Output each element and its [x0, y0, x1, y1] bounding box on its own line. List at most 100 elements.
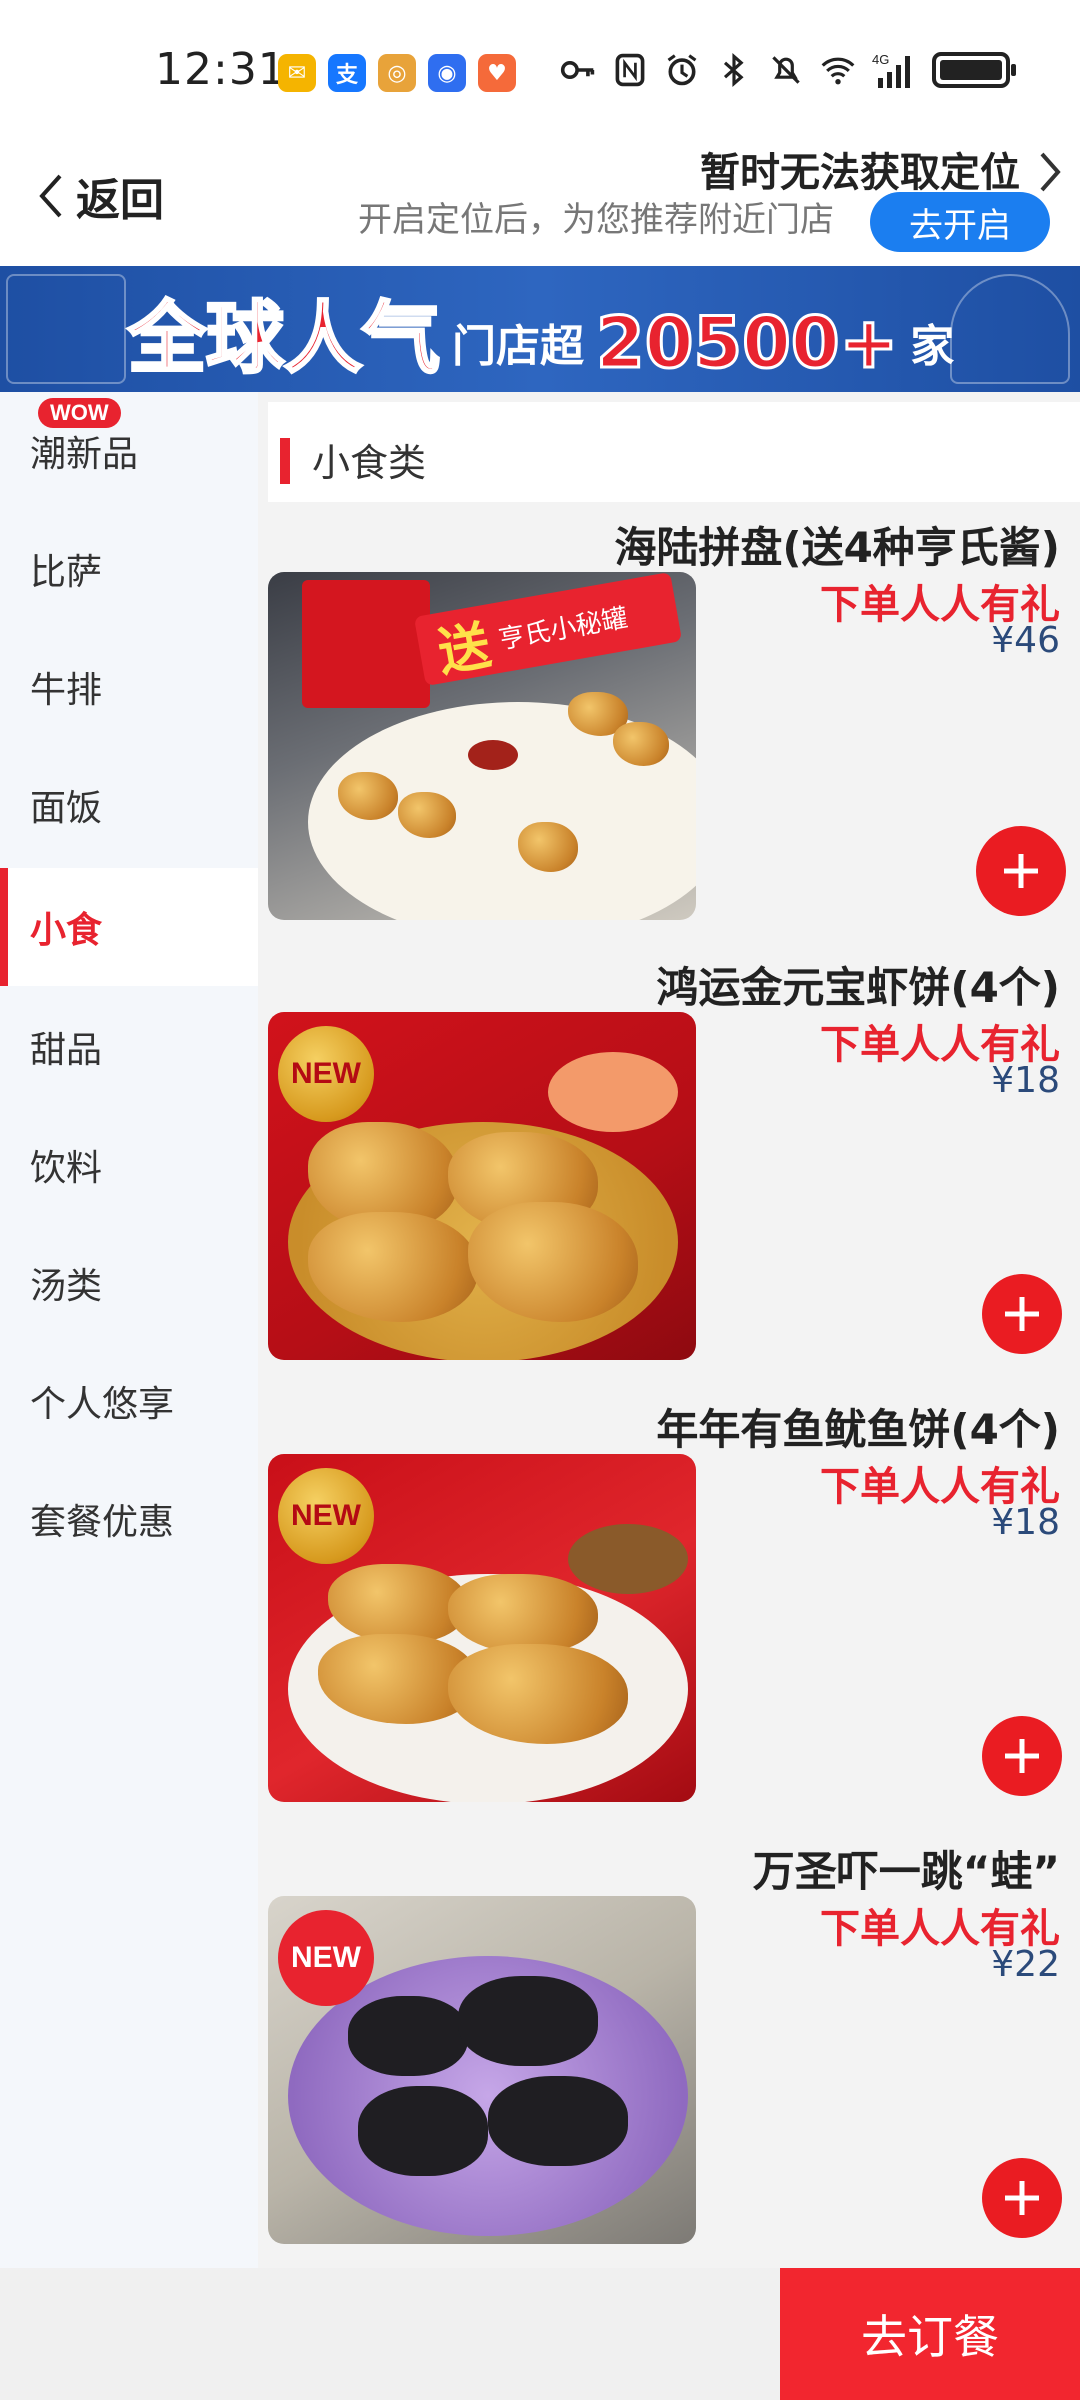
- add-to-cart-button[interactable]: [982, 1716, 1062, 1796]
- location-status[interactable]: 暂时无法获取定位: [700, 140, 1020, 198]
- item-name: 年年有鱼鱿鱼饼(4个): [656, 1405, 1060, 1454]
- squid-illustration: [568, 1524, 688, 1594]
- signal-4g-icon: 4G: [872, 52, 910, 88]
- menu-content: 小食类 海陆拼盘(送4种亨氏酱) 下单人人有礼 ¥46 送 亨氏小秘罐 鸿运金元…: [258, 392, 1080, 2268]
- sidebar-item-label: 面饭: [30, 788, 103, 829]
- menu-item[interactable]: 海陆拼盘(送4种亨氏酱) 下单人人有礼 ¥46 送 亨氏小秘罐: [268, 504, 1080, 944]
- bottom-bar: 去订餐: [0, 2268, 1080, 2400]
- location-hint: 开启定位后，为您推荐附近门店: [358, 200, 834, 240]
- eiffel-tower-illustration: [950, 274, 1070, 384]
- bluetooth-icon: [723, 53, 744, 87]
- category-sidebar: WOW 潮新品 比萨 牛排 面饭 小食 甜品 饮料 汤类 个人悠享 套餐优惠: [0, 392, 258, 2268]
- nfc-icon: [615, 53, 645, 87]
- sidebar-item-steak[interactable]: 牛排: [0, 628, 258, 746]
- plus-icon: [1005, 1297, 1039, 1331]
- wow-badge: WOW: [38, 398, 121, 428]
- plus-icon: [1004, 854, 1038, 888]
- item-name: 鸿运金元宝虾饼(4个): [656, 963, 1060, 1012]
- food-illustration: [358, 2086, 488, 2176]
- go-order-button[interactable]: 去订餐: [780, 2268, 1080, 2400]
- category-marker: [280, 438, 290, 484]
- banner-text-stores: 门店超: [452, 321, 585, 373]
- promo-banner[interactable]: 全球人气 门店超 20500+ 家: [0, 266, 1080, 392]
- new-badge: NEW: [278, 1026, 374, 1122]
- sidebar-item-dessert[interactable]: 甜品: [0, 988, 258, 1106]
- status-time: 12:31: [155, 44, 287, 95]
- item-price: ¥18: [991, 1060, 1060, 1101]
- sidebar-item-pizza[interactable]: 比萨: [0, 510, 258, 628]
- item-price: ¥22: [991, 1944, 1060, 1985]
- gift-subtext: 亨氏小秘罐: [496, 602, 630, 655]
- sidebar-item-label: 潮新品: [30, 434, 139, 475]
- sidebar-item-drinks[interactable]: 饮料: [0, 1106, 258, 1224]
- app-icon: ♥: [478, 54, 516, 92]
- sidebar-item-label: 个人悠享: [30, 1384, 175, 1425]
- key-icon: [560, 61, 595, 79]
- sidebar-item-label: 牛排: [30, 670, 103, 711]
- sidebar-item-label: 甜品: [30, 1030, 103, 1071]
- sidebar-item-label: 汤类: [30, 1266, 103, 1307]
- new-badge: NEW: [278, 1910, 374, 2006]
- menu-item[interactable]: 鸿运金元宝虾饼(4个) 下单人人有礼 ¥18 NEW: [268, 944, 1080, 1384]
- battery-icon: [932, 52, 1016, 88]
- sidebar-item-combos[interactable]: 套餐优惠: [0, 1460, 258, 1578]
- mute-icon: [772, 56, 800, 84]
- app-icon: ◉: [428, 54, 466, 92]
- gift-text: 送: [433, 615, 496, 684]
- banner-text-count: 20500+: [595, 302, 900, 384]
- mail-icon: ✉: [278, 54, 316, 92]
- system-icons: 4G: [560, 50, 1016, 90]
- status-bar: 12:31 ✉ 支 ◎ ◉ ♥ 4G: [0, 0, 1080, 140]
- app-icon: ◎: [378, 54, 416, 92]
- add-to-cart-button[interactable]: [982, 2158, 1062, 2238]
- category-title: 小食类: [312, 441, 427, 485]
- shrimp-illustration: [548, 1052, 678, 1132]
- menu-item[interactable]: 年年有鱼鱿鱼饼(4个) 下单人人有礼 ¥18 NEW: [268, 1386, 1080, 1826]
- food-illustration: [348, 1996, 468, 2076]
- sidebar-item-snacks[interactable]: 小食: [0, 868, 258, 986]
- back-label: 返回: [76, 175, 164, 226]
- enable-location-button[interactable]: 去开启: [870, 192, 1050, 252]
- sidebar-item-soup[interactable]: 汤类: [0, 1224, 258, 1342]
- chevron-left-icon: [39, 174, 62, 218]
- plus-icon: [1005, 2181, 1039, 2215]
- new-badge: NEW: [278, 1468, 374, 1564]
- landmark-illustration: [6, 274, 126, 384]
- sidebar-item-label: 套餐优惠: [30, 1502, 175, 1543]
- food-illustration: [488, 2076, 628, 2166]
- sauce-illustration: [468, 740, 518, 770]
- sidebar-item-label: 比萨: [30, 552, 103, 593]
- add-to-cart-button[interactable]: [976, 826, 1066, 916]
- notification-icons: ✉ 支 ◎ ◉ ♥: [278, 54, 516, 92]
- alipay-icon: 支: [328, 54, 366, 92]
- item-image[interactable]: NEW: [268, 1454, 696, 1802]
- item-image[interactable]: NEW: [268, 1012, 696, 1360]
- banner-headline: 全球人气 门店超 20500+ 家: [126, 282, 955, 384]
- sidebar-item-noodles-rice[interactable]: 面饭: [0, 746, 258, 864]
- svg-text:4G: 4G: [872, 52, 889, 67]
- wifi-icon: [821, 57, 855, 85]
- sidebar-item-label: 小食: [30, 910, 103, 951]
- sidebar-item-new[interactable]: WOW 潮新品: [0, 392, 258, 510]
- item-name: 万圣吓一跳“蛙”: [752, 1847, 1060, 1896]
- gift-ribbon: 送 亨氏小秘罐: [413, 572, 683, 687]
- top-header: 返回 暂时无法获取定位 开启定位后，为您推荐附近门店 去开启: [0, 140, 1080, 266]
- sidebar-item-personal[interactable]: 个人悠享: [0, 1342, 258, 1460]
- item-image[interactable]: 送 亨氏小秘罐: [268, 572, 696, 920]
- item-image[interactable]: NEW: [268, 1896, 696, 2244]
- back-button[interactable]: 返回: [34, 164, 164, 228]
- menu-item[interactable]: 万圣吓一跳“蛙” 下单人人有礼 ¥22 NEW: [268, 1828, 1080, 2268]
- food-illustration: [458, 1976, 598, 2066]
- chevron-right-icon[interactable]: [1034, 148, 1066, 196]
- item-name: 海陆拼盘(送4种亨氏酱): [614, 523, 1060, 572]
- sidebar-item-label: 饮料: [30, 1148, 103, 1189]
- item-price: ¥18: [991, 1502, 1060, 1543]
- item-price: ¥46: [991, 620, 1060, 661]
- banner-text-unit: 家: [910, 321, 955, 373]
- plus-icon: [1005, 1739, 1039, 1773]
- sauce-box-illustration: [302, 580, 430, 708]
- add-to-cart-button[interactable]: [982, 1274, 1062, 1354]
- banner-text-global: 全球人气: [126, 294, 441, 384]
- category-header: 小食类: [268, 402, 1080, 502]
- alarm-icon: [667, 54, 697, 86]
